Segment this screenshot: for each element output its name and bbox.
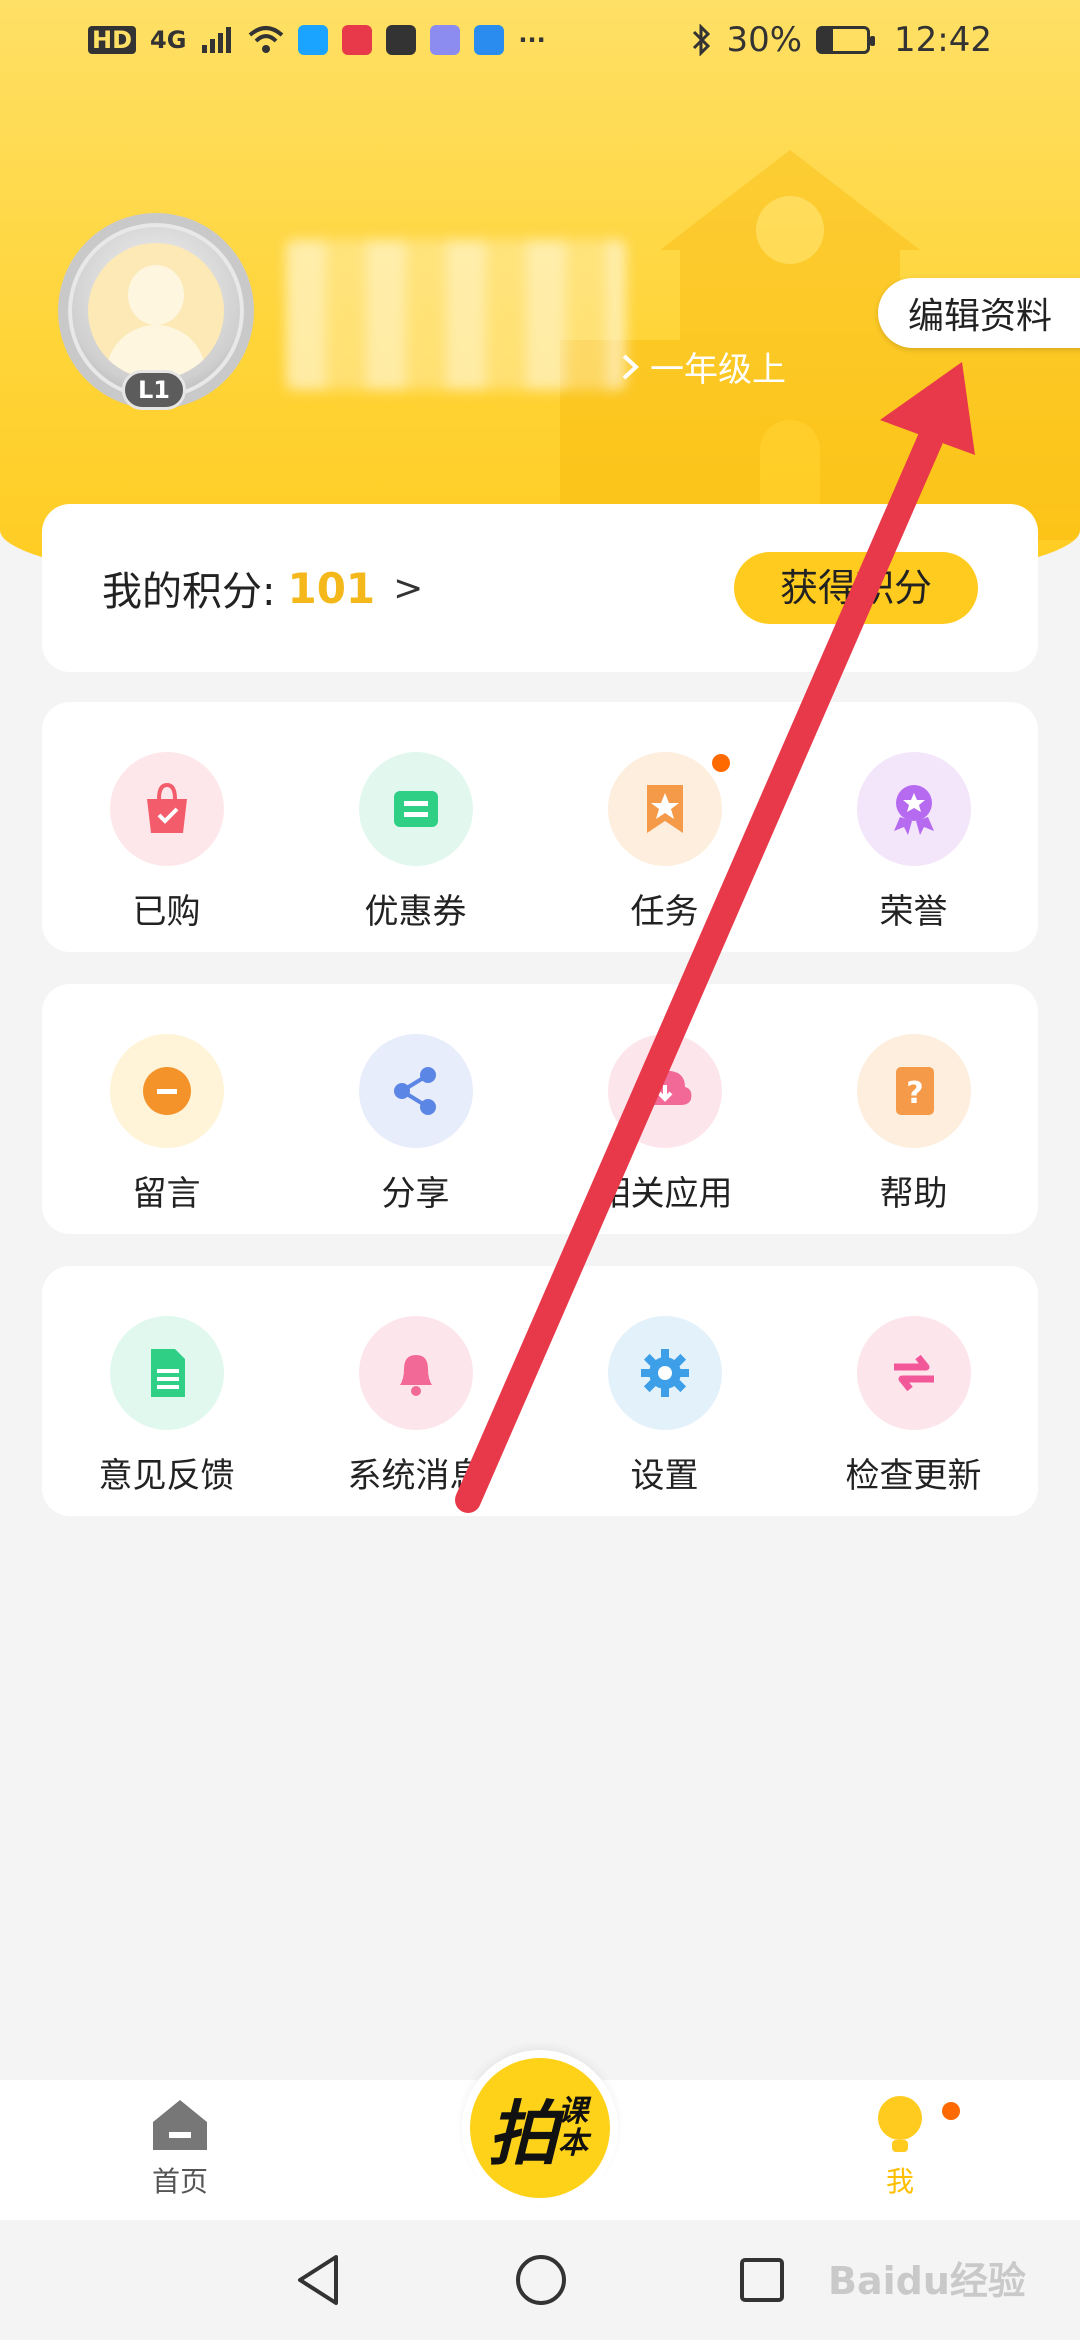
grid-item-share[interactable]: 分享 [291,984,540,1234]
home-icon [153,2100,207,2150]
store-app-icon [342,25,373,55]
grid-item-message[interactable]: 留言 [42,984,291,1234]
earn-points-button[interactable]: 获得积分 [734,552,978,624]
watermark: Baidu经验 [828,2259,1026,2303]
grid-card-row-1: 已购 优惠券 任务 荣誉 [42,702,1038,952]
music-app-icon [430,25,461,55]
grid-item-bag[interactable]: 已购 [42,702,291,952]
me-notification-dot [942,2102,960,2120]
help-icon: ? [856,1034,971,1148]
take-textbook-button[interactable]: 拍 课本 [462,2050,618,2206]
message-icon [109,1034,224,1148]
bluetooth-icon [693,24,711,56]
points-card: 我的积分: 101 > 获得积分 [42,504,1038,672]
edit-profile-button[interactable]: 编辑资料 [878,278,1080,348]
weather-app-icon [474,25,505,55]
browser-app-icon [298,25,329,55]
home-circle-icon[interactable] [514,2253,568,2307]
center-button-sub-text: 课本 [558,2094,588,2161]
recents-icon[interactable] [738,2256,786,2304]
grid-item-bell[interactable]: 系统消息 [291,1266,540,1516]
clock: 12:42 [894,20,992,60]
svg-text:?: ? [906,1076,923,1111]
status-left: HD 4G ··· [88,25,546,55]
status-right: 30% 12:42 [690,20,992,60]
signal-icon [202,27,232,53]
grid-card-row-3: 意见反馈 系统消息 设置 检查更新 [42,1266,1038,1516]
notification-dot [712,754,730,772]
grid-item-label: 留言 [132,1174,201,1214]
nav-home-label: 首页 [151,2165,208,2198]
grid-item-medal[interactable]: 荣誉 [789,702,1038,952]
grid-item-coupon[interactable]: 优惠券 [291,702,540,952]
grid-item-label: 分享 [381,1174,450,1214]
medal-icon [856,752,971,866]
points-value[interactable]: 101 [287,564,375,613]
grid-item-label: 荣誉 [879,892,948,932]
wifi-icon [249,26,284,53]
grid-item-label: 相关应用 [596,1174,733,1214]
nav-me-label: 我 [885,2165,914,2198]
grid-item-label: 系统消息 [347,1456,484,1496]
grid-item-help[interactable]: ? 帮助 [789,984,1038,1234]
grid-item-label: 任务 [630,892,699,932]
bell-icon [358,1316,473,1430]
cloud-download-icon [607,1034,722,1148]
username-blurred [286,240,626,390]
status-bar: HD 4G ··· 30% 12:42 [0,0,1080,80]
more-notifications: ··· [518,26,546,54]
nav-me[interactable]: 我 [720,2080,1080,2220]
avatar-placeholder-icon [88,243,224,379]
grid-item-gear[interactable]: 设置 [540,1266,789,1516]
grid-item-cloud-download[interactable]: 相关应用 [540,984,789,1234]
grid-item-label: 意见反馈 [98,1456,235,1496]
gear-icon [607,1316,722,1430]
me-icon [878,2096,922,2152]
grid-item-label: 优惠券 [364,892,467,932]
hd-indicator: HD [88,26,137,54]
huawei-app-icon [386,25,417,55]
grid-item-label: 已购 [132,892,201,932]
coupon-icon [358,752,473,866]
task-icon [607,752,722,866]
network-indicator: 4G [150,26,187,54]
level-badge: L1 [122,370,186,410]
battery-icon [816,26,876,54]
bag-icon [109,752,224,866]
battery-percent: 30% [726,20,803,60]
grid-item-label: 帮助 [879,1174,948,1214]
share-icon [358,1034,473,1148]
center-button-main-text: 拍 [488,2092,558,2175]
chevron-right-icon [622,354,639,379]
nav-home[interactable]: 首页 [0,2080,360,2220]
grid-item-label: 检查更新 [845,1456,982,1496]
grid-card-row-2: 留言 分享 相关应用? 帮助 [42,984,1038,1234]
refresh-icon [856,1316,971,1430]
grid-item-refresh[interactable]: 检查更新 [789,1266,1038,1516]
grade-info[interactable]: 一年级上 [620,342,786,391]
points-label: 我的积分: [102,569,276,615]
grade-label: 一年级上 [650,350,786,390]
back-icon[interactable] [294,2253,344,2307]
grid-item-feedback[interactable]: 意见反馈 [42,1266,291,1516]
feedback-icon [109,1316,224,1430]
grid-item-label: 设置 [630,1456,699,1496]
points-chevron[interactable]: > [393,568,423,609]
grid-item-task[interactable]: 任务 [540,702,789,952]
